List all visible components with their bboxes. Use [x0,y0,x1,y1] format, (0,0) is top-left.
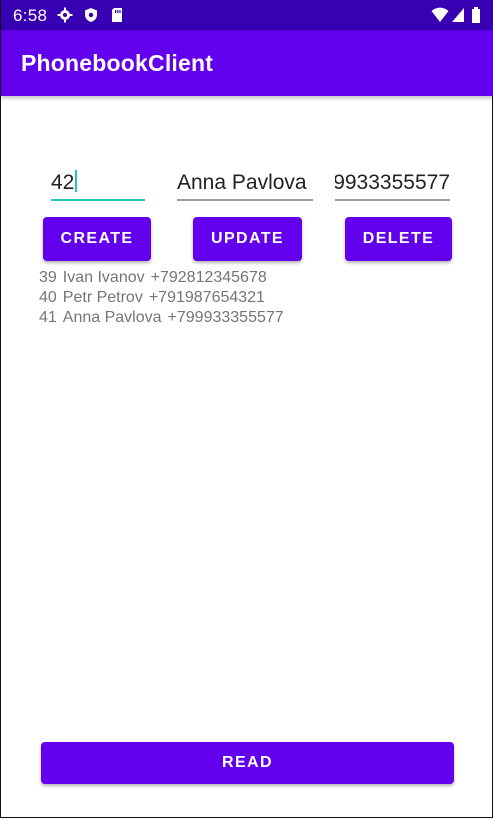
app-bar: PhonebookClient [1,30,493,96]
update-button[interactable]: UPDATE [193,217,302,261]
name-field-value: Anna Pavlova [177,171,307,194]
phone-field-value: 9933355577 [335,171,450,194]
contact-name: Petr Petrov [62,289,143,306]
list-item: 39 Ivan Ivanov +792812345678 [39,268,290,288]
read-button[interactable]: READ [41,742,454,784]
id-field-content: 42 [51,170,78,195]
name-field[interactable]: Anna Pavlova [177,167,313,201]
create-button[interactable]: CREATE [43,217,151,261]
phone-field[interactable]: 9933355577 [335,167,450,201]
text-caret [75,170,78,192]
contact-id: 40 [39,289,57,306]
delete-button[interactable]: DELETE [345,217,452,261]
list-item: 41 Anna Pavlova +799933355577 [39,308,290,328]
contact-phone: +791987654321 [148,289,265,306]
status-bar: 6:58 [1,0,493,30]
id-field-value: 42 [51,171,75,194]
gear-icon [57,7,73,23]
shield-icon [85,8,97,22]
battery-icon [472,7,480,23]
contact-phone: +799933355577 [167,309,284,326]
list-item: 40 Petr Petrov +791987654321 [39,288,290,308]
signal-icon [452,8,464,22]
contact-id: 39 [39,269,57,286]
wifi-icon [431,7,449,22]
app-title: PhonebookClient [21,50,214,76]
app-screen: 6:58 PhonebookClient 42 Anna Pavlova 993… [0,0,493,818]
id-field[interactable]: 42 [51,167,145,201]
sd-card-icon [112,8,122,22]
contact-phone: +792812345678 [150,269,267,286]
contact-name: Anna Pavlova [62,309,162,326]
contact-name: Ivan Ivanov [62,269,145,286]
status-time: 6:58 [13,6,48,25]
contact-list: 39 Ivan Ivanov +792812345678 40 Petr Petrov… [39,268,290,328]
contact-id: 41 [39,309,57,326]
